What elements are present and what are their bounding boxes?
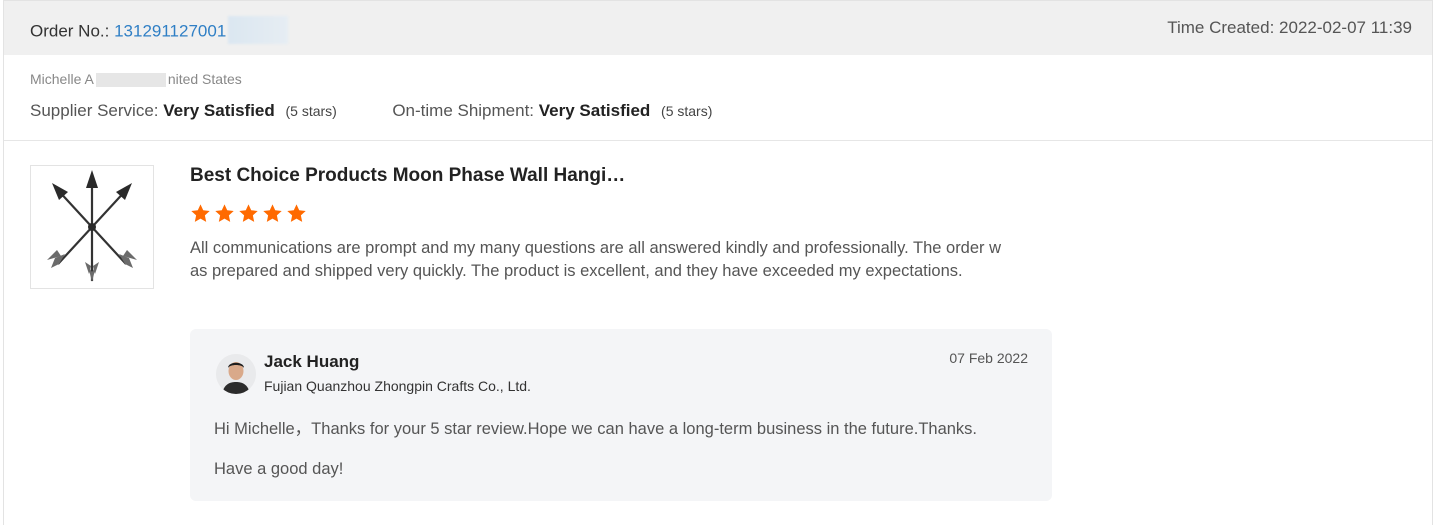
supplier-service-stars: (5 stars): [285, 103, 337, 119]
supplier-service-label: Supplier Service:: [30, 101, 159, 120]
product-title[interactable]: Best Choice Products Moon Phase Wall Han…: [190, 165, 625, 187]
review-card: Order No.: 131291127001 Time Created: 20…: [3, 0, 1433, 525]
star-icon: [239, 204, 258, 222]
time-created: Time Created: 2022-02-07 11:39: [1167, 18, 1412, 38]
reply-author-name: Jack Huang: [264, 352, 360, 371]
avatar-icon: [216, 354, 256, 394]
redacted-blur: [228, 16, 289, 44]
star-icon: [263, 204, 282, 222]
star-icon: [215, 204, 234, 222]
product-rating: [190, 203, 307, 224]
shipment-stars: (5 stars): [661, 103, 713, 119]
buyer-name: Michelle A: [30, 71, 94, 87]
redacted-blur: [95, 73, 166, 88]
supplier-service-value: Very Satisfied: [163, 101, 275, 120]
reply-date: 07 Feb 2022: [949, 350, 1028, 366]
reply-message-line: Have a good day!: [214, 460, 344, 478]
time-created-label: Time Created:: [1167, 18, 1275, 37]
order-header: Order No.: 131291127001 Time Created: 20…: [4, 1, 1432, 55]
arrows-product-icon: [47, 170, 137, 282]
shipment-label: On-time Shipment:: [392, 101, 535, 120]
supplier-reply: Jack Huang Fujian Quanzhou Zhongpin Craf…: [190, 329, 1052, 501]
star-icon: [191, 204, 210, 222]
buyer-info: Michelle A nited States: [30, 71, 242, 88]
review-text: All communications are prompt and my man…: [190, 239, 1002, 280]
reply-message-line: Hi Michelle，Thanks for your 5 star revie…: [214, 420, 978, 438]
review-meta: Michelle A nited States Supplier Service:…: [4, 55, 1432, 141]
order-number-row: Order No.: 131291127001: [30, 16, 289, 46]
shipment-value: Very Satisfied: [538, 101, 651, 120]
order-number-link[interactable]: 131291127001: [114, 21, 226, 40]
reply-company: Fujian Quanzhou Zhongpin Crafts Co., Ltd…: [264, 378, 531, 394]
avatar: [216, 354, 256, 394]
product-image[interactable]: [30, 165, 154, 289]
star-icon: [287, 204, 306, 222]
order-label: Order No.:: [30, 21, 110, 41]
time-created-value: 2022-02-07 11:39: [1279, 18, 1412, 37]
ratings-row: Supplier Service: Very Satisfied (5 star…: [30, 101, 712, 121]
buyer-country: nited States: [167, 71, 242, 87]
